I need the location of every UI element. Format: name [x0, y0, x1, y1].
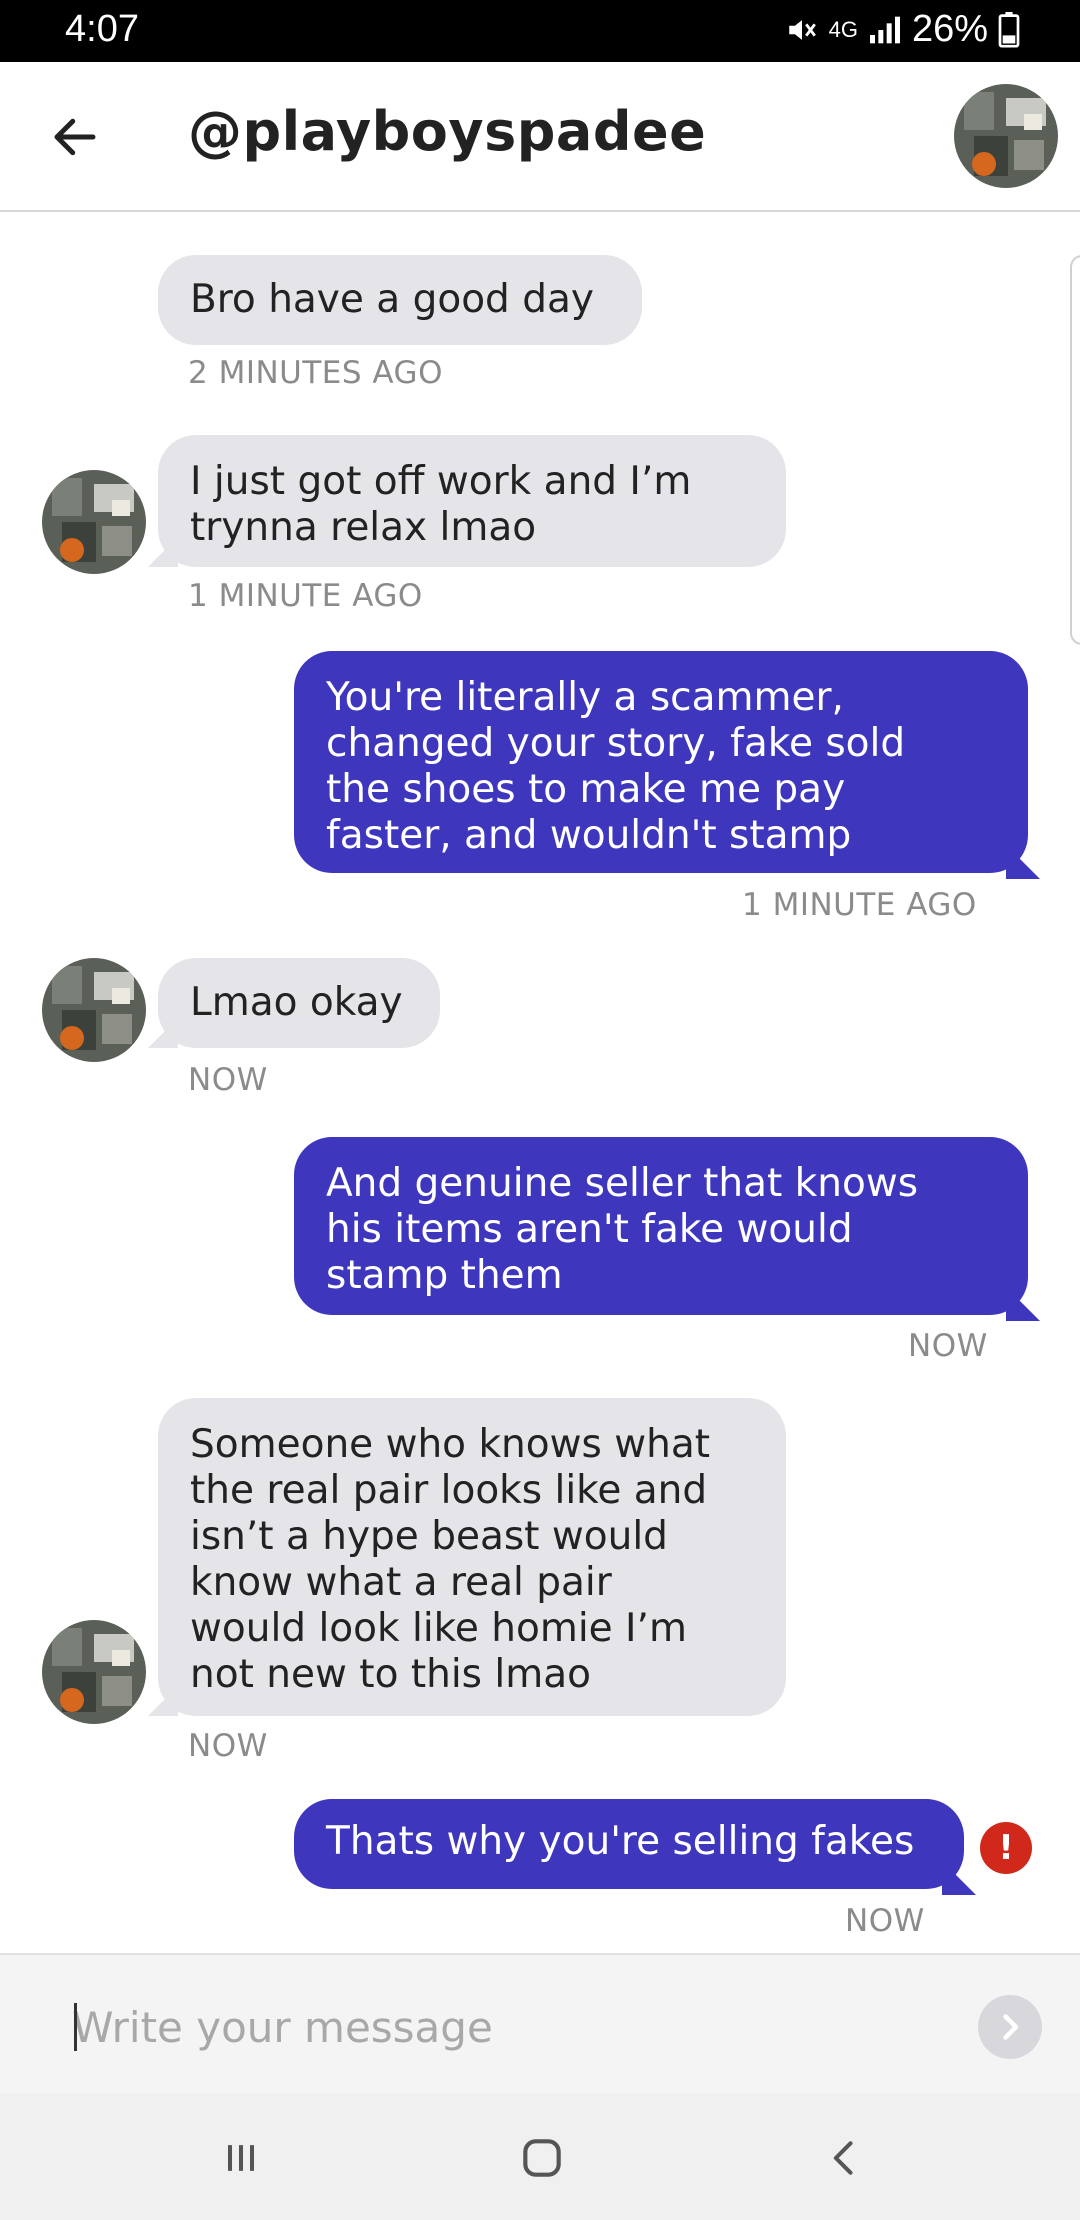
nav-back-button[interactable] — [810, 2123, 880, 2193]
message-text-line: know what a real pair — [190, 1560, 612, 1605]
message-text-line: his items aren't fake would — [326, 1207, 853, 1252]
message-timestamp: 1 MINUTE AGO — [742, 887, 977, 923]
error-icon[interactable]: ! — [980, 1822, 1032, 1874]
message-bubble-incoming[interactable]: Lmao okay — [158, 958, 440, 1048]
chevron-right-icon — [1003, 2014, 1019, 2040]
recent-apps-icon — [227, 2145, 255, 2171]
message-text-line: changed your story, fake sold — [326, 721, 906, 766]
message-bubble-outgoing[interactable]: Thats why you're selling fakes — [294, 1799, 964, 1889]
message-timestamp: NOW — [188, 1728, 268, 1764]
message-timestamp: 2 MINUTES AGO — [188, 355, 443, 391]
message-bubble-incoming[interactable]: Someone who knows what the real pair loo… — [158, 1398, 786, 1716]
sender-avatar[interactable] — [42, 1620, 146, 1724]
message-composer — [0, 1953, 1080, 2093]
sender-avatar[interactable] — [42, 470, 146, 574]
back-icon — [833, 2141, 853, 2175]
message-text: Bro have a good day — [190, 277, 594, 322]
home-icon — [523, 2139, 561, 2177]
message-text-line: not new to this lmao — [190, 1652, 591, 1697]
message-bubble-outgoing[interactable]: And genuine seller that knows his items … — [294, 1137, 1028, 1315]
message-text-line: would look like homie I’m — [190, 1606, 687, 1651]
network-type: 4G — [828, 16, 858, 42]
status-bar: 4:07 4G 26% — [0, 0, 1080, 62]
message-timestamp: NOW — [845, 1903, 925, 1939]
status-time: 4:07 — [65, 8, 139, 50]
text-caret — [74, 2003, 77, 2051]
recent-apps-button[interactable] — [206, 2123, 276, 2193]
status-icons: 4G 26% — [785, 8, 1020, 51]
arrow-left-icon — [54, 118, 96, 156]
message-bubble-outgoing[interactable]: You're literally a scammer, changed your… — [294, 651, 1028, 873]
sender-avatar[interactable] — [42, 958, 146, 1062]
message-text-line: I just got off work and I’m — [190, 459, 692, 504]
message-text-line: isn’t a hype beast would — [190, 1514, 668, 1559]
message-text: Thats why you're selling fakes — [326, 1819, 915, 1864]
page-title: @playboyspadee — [188, 100, 707, 163]
message-text: Lmao okay — [190, 980, 403, 1025]
home-button[interactable] — [507, 2123, 577, 2193]
message-timestamp: NOW — [908, 1328, 988, 1364]
message-input[interactable] — [72, 1985, 952, 2069]
message-bubble-incoming[interactable]: I just got off work and I’m trynna relax… — [158, 435, 786, 567]
battery-percent: 26% — [911, 8, 988, 50]
message-text-line: And genuine seller that knows — [326, 1161, 919, 1206]
message-text-line: You're literally a scammer, — [326, 675, 844, 720]
message-text-line: the real pair looks like and — [190, 1468, 708, 1513]
message-text-line: stamp them — [326, 1253, 563, 1298]
back-button[interactable] — [40, 102, 110, 172]
message-text-line: Someone who knows what — [190, 1422, 711, 1467]
scroll-indicator — [1070, 255, 1080, 645]
message-timestamp: NOW — [188, 1062, 268, 1098]
message-bubble-incoming[interactable]: Bro have a good day — [158, 255, 642, 345]
battery-icon — [998, 11, 1020, 48]
header-avatar[interactable] — [954, 84, 1058, 188]
conversation-header: @playboyspadee — [0, 62, 1080, 212]
message-text-line: the shoes to make me pay — [326, 767, 846, 812]
mute-icon — [788, 19, 816, 40]
system-nav-bar — [0, 2093, 1080, 2220]
send-button[interactable] — [978, 1995, 1042, 2059]
message-text-line: faster, and wouldn't stamp — [326, 813, 852, 858]
message-timestamp: 1 MINUTE AGO — [188, 578, 423, 614]
signal-icon — [869, 16, 900, 43]
message-text-line: trynna relax lmao — [190, 505, 537, 550]
